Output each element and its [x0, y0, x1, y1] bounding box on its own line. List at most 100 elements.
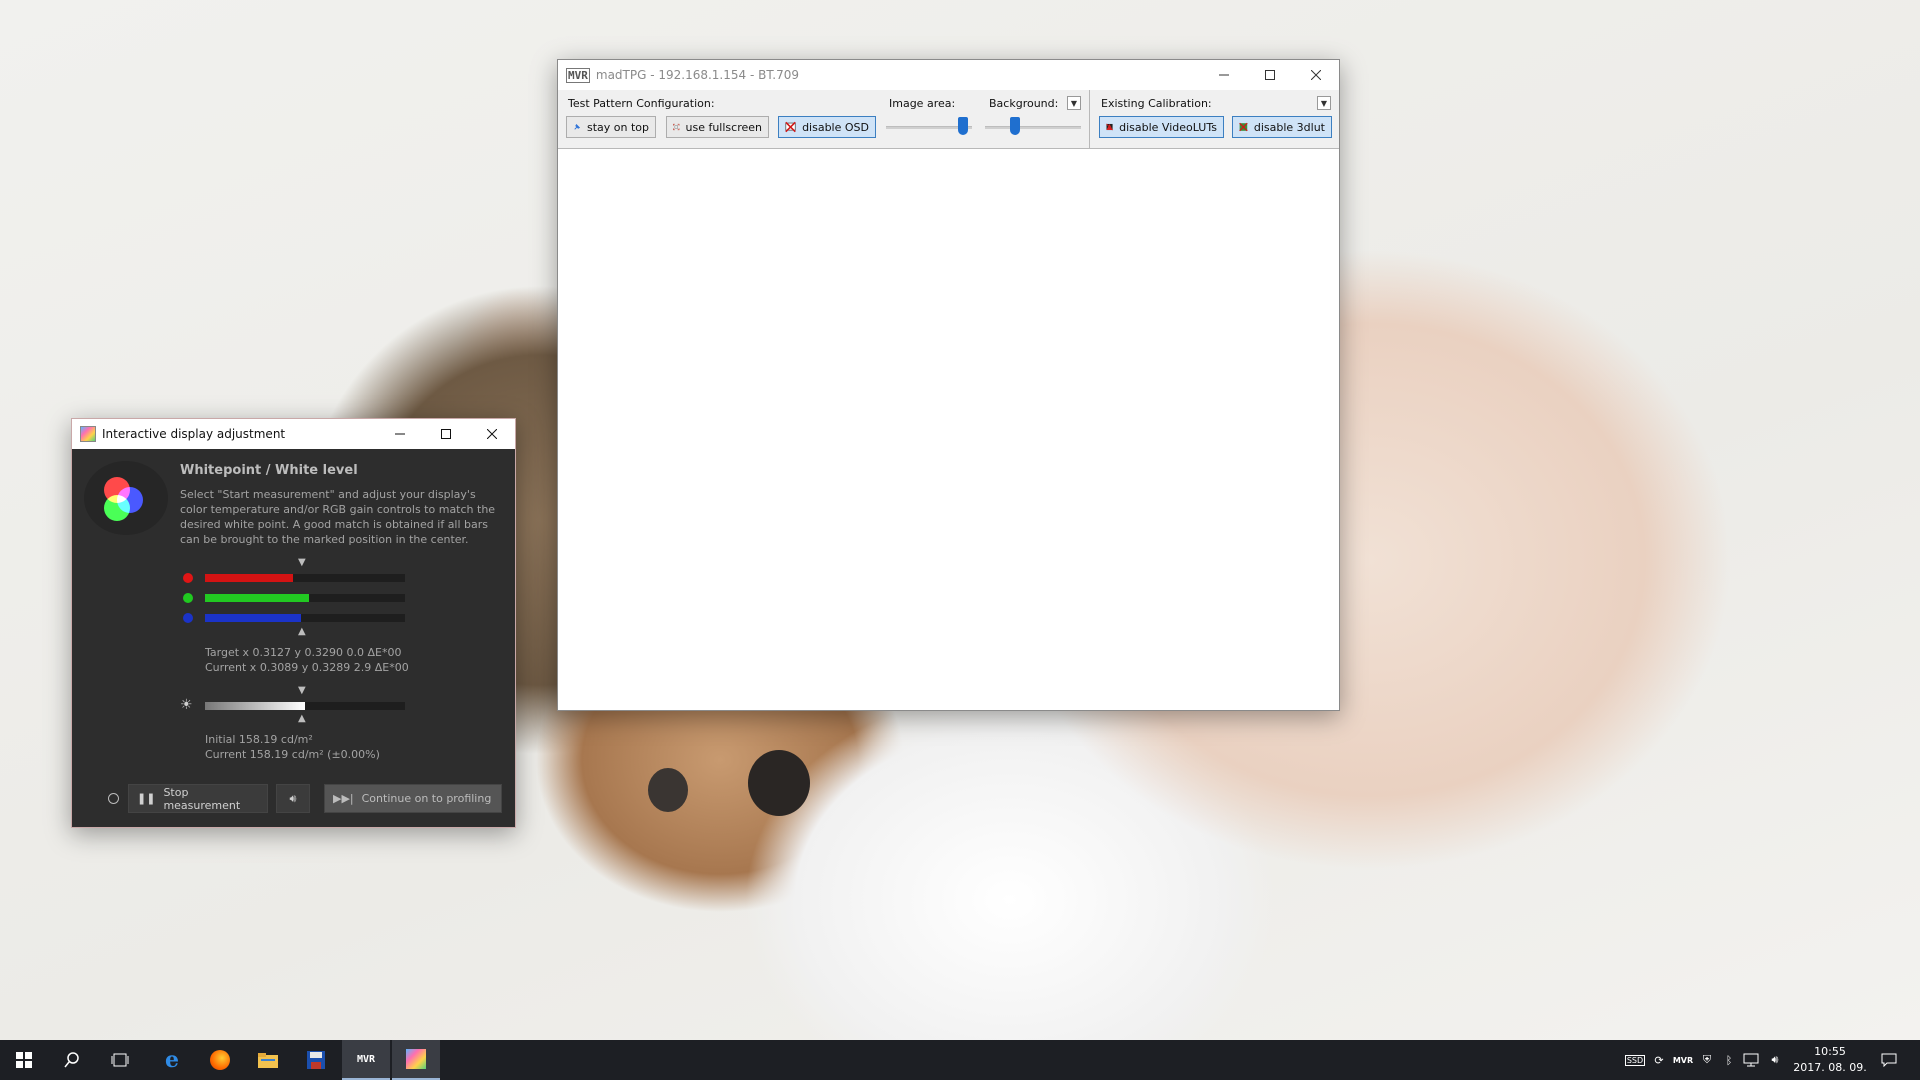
- displaycal-icon: [80, 426, 96, 442]
- status-indicator-icon: [108, 793, 119, 804]
- madtpg-titlebar[interactable]: MVR madTPG - 192.168.1.154 - BT.709: [558, 60, 1339, 90]
- madtpg-window[interactable]: MVR madTPG - 192.168.1.154 - BT.709 Test…: [557, 59, 1340, 711]
- file-explorer-icon: [258, 1053, 278, 1068]
- windows-start-icon: [16, 1052, 32, 1068]
- wallpaper-detail: [748, 750, 810, 816]
- calibration-dropdown[interactable]: ▼: [1317, 96, 1331, 110]
- chevron-down-icon: ▼: [1070, 98, 1078, 108]
- luminance-bar-fill: [205, 702, 305, 710]
- disable-osd-label: disable OSD: [802, 120, 869, 134]
- ida-title: Interactive display adjustment: [102, 427, 286, 441]
- system-clock[interactable]: 10:55 2017. 08. 09.: [1790, 1044, 1870, 1076]
- pause-icon: ❚❚: [137, 792, 156, 805]
- test-pattern-label: Test Pattern Configuration:: [568, 97, 715, 110]
- target-marker-bottom-icon: ▲: [298, 626, 306, 637]
- blue-bar: [205, 614, 405, 622]
- maximize-icon: [1265, 70, 1275, 80]
- ida-heading: Whitepoint / White level: [180, 463, 358, 478]
- red-bar-fill: [205, 574, 293, 582]
- ida-body: Whitepoint / White level Select "Start m…: [72, 449, 515, 827]
- maximize-button[interactable]: [1247, 60, 1293, 90]
- background-label: Background:: [989, 97, 1059, 110]
- action-center-button[interactable]: [1874, 1040, 1904, 1080]
- stop-measurement-button[interactable]: ❚❚ Stop measurement: [128, 784, 268, 813]
- chevron-down-icon: ▼: [1320, 98, 1328, 108]
- videoluts-icon: [1106, 123, 1113, 131]
- close-button[interactable]: [1293, 60, 1339, 90]
- test-pattern-canvas: [558, 149, 1339, 710]
- clock-time: 10:55: [1814, 1045, 1846, 1058]
- image-area-label: Image area:: [889, 97, 956, 110]
- madtpg-toolbar: Test Pattern Configuration: stay on top …: [558, 90, 1339, 149]
- edge-icon: e: [165, 1047, 179, 1073]
- tray-bluetooth-icon[interactable]: ᛒ: [1720, 1040, 1738, 1080]
- use-fullscreen-button[interactable]: use fullscreen: [666, 116, 769, 138]
- ssd-icon: SSD: [1624, 1054, 1646, 1066]
- disable-videoluts-button[interactable]: disable VideoLUTs: [1099, 116, 1224, 138]
- 3dlut-icon: [1239, 122, 1248, 132]
- target-readout: Target x 0.3127 y 0.3290 0.0 ΔE*00: [205, 646, 402, 659]
- sound-toggle-button[interactable]: 🔊︎: [276, 784, 310, 813]
- search-button[interactable]: [48, 1040, 96, 1080]
- ida-description: Select "Start measurement" and adjust yo…: [180, 488, 496, 546]
- green-dot: [183, 593, 193, 603]
- minimize-button[interactable]: [1201, 60, 1247, 90]
- tray-madvr-icon[interactable]: MVR: [1672, 1040, 1694, 1080]
- tray-sync-icon[interactable]: ⟳: [1648, 1040, 1670, 1080]
- background-slider-track[interactable]: [985, 126, 1081, 129]
- luminance-bar: [205, 702, 405, 710]
- green-bar: [205, 594, 405, 602]
- close-button[interactable]: [469, 419, 515, 449]
- madtpg-title: madTPG - 192.168.1.154 - BT.709: [595, 68, 799, 82]
- image-area-slider-thumb[interactable]: [958, 117, 968, 135]
- displaycal-taskbar-button[interactable]: [392, 1040, 440, 1080]
- tray-security-icon[interactable]: ⛨: [1696, 1040, 1718, 1080]
- maximize-button[interactable]: [423, 419, 469, 449]
- osd-icon: [785, 121, 796, 133]
- background-slider-thumb[interactable]: [1010, 117, 1020, 135]
- clock-date: 2017. 08. 09.: [1793, 1061, 1867, 1074]
- bluetooth-icon: ᛒ: [1725, 1053, 1733, 1067]
- disable-videoluts-label: disable VideoLUTs: [1119, 120, 1217, 134]
- maximize-icon: [441, 429, 451, 439]
- pin-icon: [574, 123, 581, 130]
- lum-marker-bottom-icon: ▲: [298, 713, 306, 724]
- taskbar: e MVR SSD ⟳ MVR ⛨ ᛒ 🔊︎ 10:55 2017. 08. 0…: [0, 1040, 1920, 1080]
- interactive-display-adjustment-window[interactable]: Interactive display adjustment Whitepoin…: [71, 418, 516, 828]
- edge-taskbar-button[interactable]: e: [148, 1040, 196, 1080]
- file-explorer-taskbar-button[interactable]: [244, 1040, 292, 1080]
- madvr-taskbar-button[interactable]: MVR: [342, 1040, 390, 1080]
- disable-3dlut-button[interactable]: disable 3dlut: [1232, 116, 1332, 138]
- blue-bar-fill: [205, 614, 301, 622]
- tray-ssd-icon[interactable]: SSD: [1624, 1040, 1646, 1080]
- background-dropdown[interactable]: ▼: [1067, 96, 1081, 110]
- stop-measurement-label: Stop measurement: [163, 785, 241, 812]
- minimize-button[interactable]: [377, 419, 423, 449]
- tray-network-icon[interactable]: [1740, 1040, 1762, 1080]
- green-circle: [104, 495, 130, 521]
- continue-profiling-button[interactable]: ▶▶| Continue on to profiling: [324, 784, 502, 813]
- task-view-button[interactable]: [96, 1040, 144, 1080]
- notification-icon: [1881, 1053, 1897, 1067]
- lum-marker-top-icon: ▼: [298, 685, 306, 696]
- close-icon: [487, 429, 497, 439]
- red-bar: [205, 574, 405, 582]
- current-readout: Current x 0.3089 y 0.3289 2.9 ΔE*00: [205, 661, 409, 674]
- ida-titlebar[interactable]: Interactive display adjustment: [72, 419, 515, 449]
- save-app-taskbar-button[interactable]: [292, 1040, 340, 1080]
- minimize-icon: [395, 433, 405, 435]
- initial-luminance: Initial 158.19 cd/m²: [205, 733, 313, 746]
- firefox-icon: [210, 1050, 230, 1070]
- minimize-icon: [1219, 74, 1229, 76]
- firefox-taskbar-button[interactable]: [196, 1040, 244, 1080]
- tray-volume-icon[interactable]: 🔊︎: [1764, 1040, 1786, 1080]
- blue-dot: [183, 613, 193, 623]
- windows-start-button[interactable]: [0, 1040, 48, 1080]
- continue-profiling-label: Continue on to profiling: [361, 792, 492, 805]
- disable-osd-button[interactable]: disable OSD: [778, 116, 876, 138]
- rgb-circles-icon: [84, 461, 168, 535]
- shield-icon: ⛨: [1702, 1053, 1712, 1066]
- existing-calibration-label: Existing Calibration:: [1101, 97, 1212, 110]
- stay-on-top-button[interactable]: stay on top: [566, 116, 656, 138]
- wallpaper-detail: [648, 768, 688, 812]
